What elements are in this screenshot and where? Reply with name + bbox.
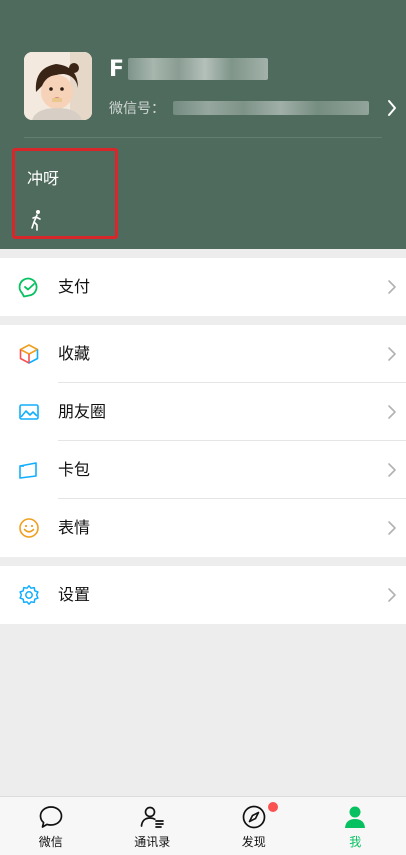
menu-label-pay: 支付 bbox=[58, 277, 91, 296]
menu-label-moments: 朋友圈 bbox=[58, 402, 107, 421]
tab-label-contacts: 通讯录 bbox=[134, 835, 171, 849]
moments-image-icon bbox=[19, 404, 39, 420]
wechat-id-row: 微信号： bbox=[109, 98, 369, 118]
chevron-right-icon bbox=[388, 405, 396, 419]
status-highlight-box[interactable]: 冲呀 bbox=[12, 148, 118, 239]
tab-label-chats: 微信 bbox=[38, 835, 63, 849]
menu-label-settings: 设置 bbox=[58, 585, 91, 604]
person-icon bbox=[345, 806, 366, 828]
tab-discover[interactable]: 发现 bbox=[203, 797, 305, 855]
chevron-right-icon bbox=[388, 280, 396, 294]
menu-group-main: 收藏 朋友圈 卡包 表情 bbox=[0, 325, 406, 557]
chevron-right-icon bbox=[388, 521, 396, 535]
bottom-tab-bar: 微信 通讯录 发现 我 bbox=[0, 796, 406, 855]
tab-label-discover: 发现 bbox=[241, 835, 266, 849]
wechat-id-redacted bbox=[173, 101, 369, 115]
card-wallet-icon bbox=[19, 462, 37, 479]
favorites-cube-icon bbox=[19, 344, 39, 364]
header-divider bbox=[24, 137, 382, 138]
profile-header[interactable]: F 微信号： 冲呀 bbox=[0, 0, 406, 249]
pay-icon bbox=[18, 277, 38, 298]
tab-label-me: 我 bbox=[349, 835, 362, 849]
running-figure-icon bbox=[31, 210, 41, 231]
menu-label-cards: 卡包 bbox=[58, 460, 91, 479]
menu-item-settings[interactable]: 设置 bbox=[0, 566, 406, 624]
menu-label-favorites: 收藏 bbox=[58, 344, 91, 363]
gear-icon bbox=[19, 585, 39, 605]
compass-icon bbox=[242, 805, 266, 829]
menu-item-stickers[interactable]: 表情 bbox=[0, 499, 406, 557]
profile-name: F bbox=[109, 56, 269, 82]
avatar[interactable] bbox=[24, 52, 92, 120]
notification-badge bbox=[268, 802, 278, 812]
menu-item-favorites[interactable]: 收藏 bbox=[0, 325, 406, 383]
contacts-icon bbox=[140, 806, 165, 828]
menu-group-pay: 支付 bbox=[0, 258, 406, 316]
wechat-id-label: 微信号： bbox=[109, 101, 165, 117]
menu-item-moments[interactable]: 朋友圈 bbox=[0, 383, 406, 441]
menu-item-pay[interactable]: 支付 bbox=[0, 258, 406, 316]
chevron-right-icon bbox=[388, 463, 396, 477]
chat-bubble-icon bbox=[39, 806, 63, 828]
chevron-right-icon[interactable] bbox=[384, 97, 400, 119]
chevron-right-icon bbox=[388, 588, 396, 602]
smiley-icon bbox=[19, 518, 39, 538]
profile-name-initial: F bbox=[109, 56, 125, 82]
status-text: 冲呀 bbox=[27, 169, 60, 188]
tab-contacts[interactable]: 通讯录 bbox=[102, 797, 204, 855]
tab-me[interactable]: 我 bbox=[305, 797, 406, 855]
chevron-right-icon bbox=[388, 347, 396, 361]
tab-chats[interactable]: 微信 bbox=[0, 797, 102, 855]
menu-label-stickers: 表情 bbox=[58, 518, 91, 537]
menu-item-cards[interactable]: 卡包 bbox=[0, 441, 406, 499]
menu-group-settings: 设置 bbox=[0, 566, 406, 624]
name-redacted bbox=[128, 58, 269, 80]
